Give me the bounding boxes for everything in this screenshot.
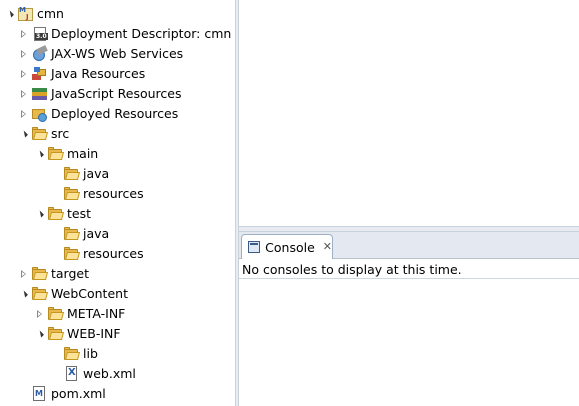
console-view: Console ✕ No consoles to display at this… bbox=[239, 232, 579, 406]
expand-toggle[interactable] bbox=[18, 24, 28, 44]
console-icon bbox=[248, 241, 261, 253]
expand-toggle[interactable] bbox=[34, 324, 44, 344]
tree-item-deployment-descriptor[interactable]: 3.0 Deployment Descriptor: cmn bbox=[18, 24, 231, 44]
tree-item-label: lib bbox=[83, 346, 98, 361]
tree-item-deployed-resources[interactable]: Deployed Resources bbox=[18, 104, 178, 124]
folder-icon bbox=[63, 226, 81, 242]
folder-icon bbox=[47, 326, 65, 342]
expand-toggle[interactable] bbox=[18, 104, 28, 124]
tree-item-main-resources[interactable]: resources bbox=[63, 184, 144, 204]
folder-icon bbox=[31, 126, 49, 142]
console-empty-message: No consoles to display at this time. bbox=[242, 262, 462, 277]
tree-item-cmn[interactable]: MJ cmn bbox=[4, 4, 64, 24]
tree-item-label: pom.xml bbox=[51, 386, 106, 401]
expand-toggle[interactable] bbox=[34, 204, 44, 224]
tree-item-label: target bbox=[51, 266, 90, 281]
expand-toggle[interactable] bbox=[4, 4, 14, 24]
tab-console-label: Console bbox=[265, 239, 315, 255]
tree-item-test-java[interactable]: java bbox=[63, 224, 109, 244]
deployment-descriptor-icon: 3.0 bbox=[31, 26, 48, 42]
java-resources-icon bbox=[31, 66, 48, 82]
tree-item-lib[interactable]: lib bbox=[63, 344, 98, 364]
tree-item-label: java bbox=[83, 166, 110, 181]
folder-icon bbox=[63, 166, 81, 182]
folder-icon bbox=[47, 306, 65, 322]
web-services-icon bbox=[31, 45, 48, 62]
tree-item-label: WEB-INF bbox=[67, 326, 121, 341]
expanded-arrow-icon bbox=[6, 10, 14, 18]
close-icon[interactable]: ✕ bbox=[323, 241, 332, 253]
javascript-resources-icon bbox=[31, 86, 48, 102]
tree-item-webcontent[interactable]: WebContent bbox=[18, 284, 128, 304]
tree-item-label: java bbox=[83, 226, 110, 241]
expand-toggle[interactable] bbox=[18, 124, 28, 144]
maven-project-icon: MJ bbox=[17, 6, 34, 22]
tree-item-web-xml[interactable]: X web.xml bbox=[63, 364, 136, 384]
tree-item-javascript-resources[interactable]: JavaScript Resources bbox=[18, 84, 181, 104]
folder-icon bbox=[47, 206, 65, 222]
tree-item-label: resources bbox=[83, 246, 144, 261]
folder-icon bbox=[31, 286, 49, 302]
explorer-toolbar bbox=[140, 0, 200, 4]
expanded-arrow-icon bbox=[36, 210, 44, 218]
collapsed-arrow-icon bbox=[20, 110, 26, 118]
tree-item-label: test bbox=[67, 206, 92, 221]
folder-icon bbox=[31, 266, 49, 282]
folder-icon bbox=[63, 346, 81, 362]
divider bbox=[239, 278, 579, 279]
expanded-arrow-icon bbox=[36, 330, 44, 338]
collapsed-arrow-icon bbox=[20, 70, 26, 78]
expanded-arrow-icon bbox=[36, 150, 44, 158]
tree-item-label: resources bbox=[83, 186, 144, 201]
expand-toggle[interactable] bbox=[18, 84, 28, 104]
tree-item-test-resources[interactable]: resources bbox=[63, 244, 144, 264]
tree-item-label: JAX-WS Web Services bbox=[51, 46, 184, 61]
tree-item-label: cmn bbox=[37, 6, 64, 21]
expanded-arrow-icon bbox=[20, 130, 28, 138]
tree-item-jax-ws[interactable]: JAX-WS Web Services bbox=[18, 44, 183, 64]
tab-console[interactable]: Console ✕ bbox=[241, 234, 333, 259]
collapsed-arrow-icon bbox=[36, 310, 42, 318]
expand-toggle[interactable] bbox=[34, 304, 44, 324]
folder-icon bbox=[47, 146, 65, 162]
expanded-arrow-icon bbox=[20, 290, 28, 298]
tree-item-web-inf[interactable]: WEB-INF bbox=[34, 324, 121, 344]
tree-item-target[interactable]: target bbox=[18, 264, 89, 284]
console-tab-bar: Console ✕ bbox=[239, 232, 579, 259]
tree-item-src[interactable]: src bbox=[18, 124, 69, 144]
expand-toggle[interactable] bbox=[34, 144, 44, 164]
collapsed-arrow-icon bbox=[20, 50, 26, 58]
tree-item-label: src bbox=[51, 126, 70, 141]
pom-file-icon: M bbox=[31, 386, 48, 402]
collapsed-arrow-icon bbox=[20, 30, 26, 38]
editor-area bbox=[239, 0, 579, 226]
tree-item-label: Java Resources bbox=[51, 66, 146, 81]
tree-item-label: WebContent bbox=[51, 286, 128, 301]
tree-item-java-resources[interactable]: Java Resources bbox=[18, 64, 145, 84]
collapsed-arrow-icon bbox=[20, 270, 26, 278]
project-explorer: MJ cmn 3.0 Deployment Descriptor: cmn JA… bbox=[0, 0, 235, 406]
tree-item-meta-inf[interactable]: META-INF bbox=[34, 304, 125, 324]
expand-toggle[interactable] bbox=[18, 264, 28, 284]
deployed-resources-icon bbox=[31, 106, 48, 122]
folder-icon bbox=[63, 186, 81, 202]
tree-item-label: META-INF bbox=[67, 306, 126, 321]
tree-item-label: JavaScript Resources bbox=[51, 86, 182, 101]
folder-icon bbox=[63, 246, 81, 262]
expand-toggle[interactable] bbox=[18, 64, 28, 84]
expand-toggle[interactable] bbox=[18, 44, 28, 64]
tree-item-label: web.xml bbox=[83, 366, 136, 381]
tree-item-test[interactable]: test bbox=[34, 204, 91, 224]
tree-item-label: main bbox=[67, 146, 99, 161]
tree-item-main[interactable]: main bbox=[34, 144, 98, 164]
tree-item-label: Deployed Resources bbox=[51, 106, 179, 121]
tree-item-main-java[interactable]: java bbox=[63, 164, 109, 184]
collapsed-arrow-icon bbox=[20, 90, 26, 98]
xml-file-icon: X bbox=[63, 366, 80, 382]
tree-item-pom-xml[interactable]: M pom.xml bbox=[31, 384, 106, 404]
tree-item-label: Deployment Descriptor: cmn bbox=[51, 26, 232, 41]
expand-toggle[interactable] bbox=[18, 284, 28, 304]
